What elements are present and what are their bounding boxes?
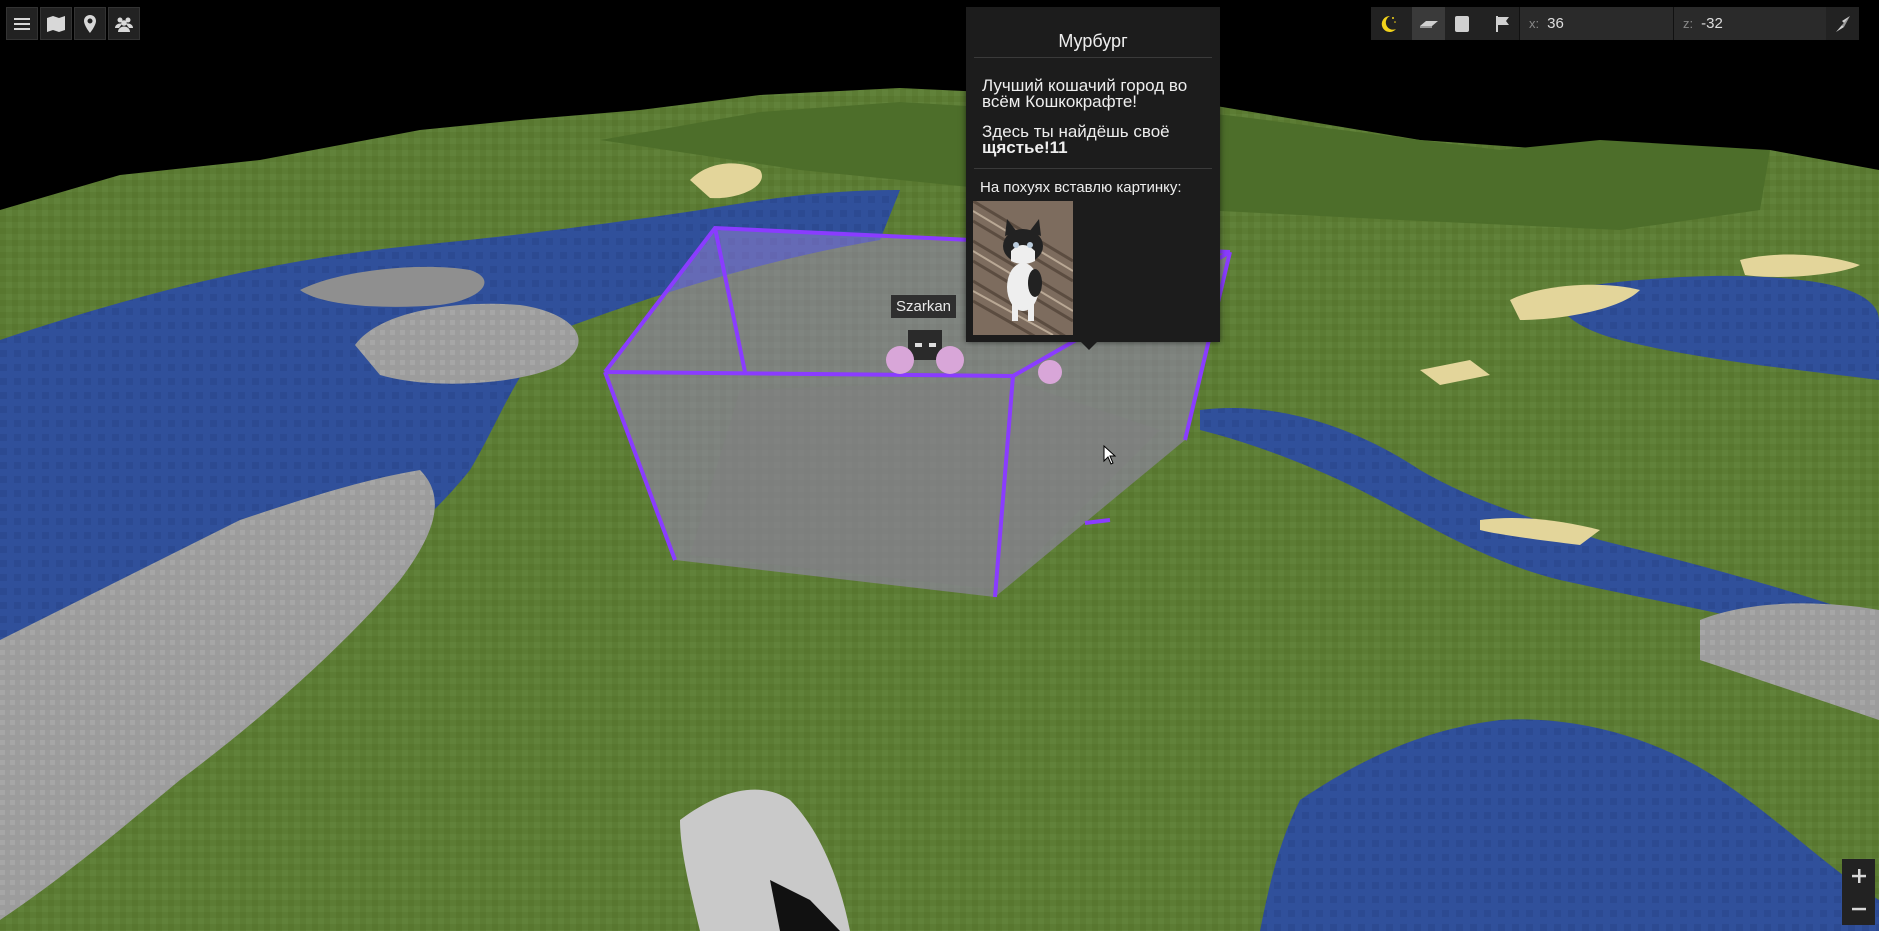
coord-x-field[interactable]: x: 36 — [1519, 7, 1673, 40]
zoom-in-icon — [1851, 868, 1866, 883]
flat-view-button[interactable] — [1412, 7, 1445, 40]
coord-x-value[interactable]: 36 — [1547, 15, 1572, 32]
popup-line1: Лучший кошачий город во всём Кошкокрафте… — [982, 76, 1188, 111]
toolbar-left — [6, 7, 140, 40]
free-view-icon — [1454, 15, 1469, 32]
compass-icon — [1835, 15, 1850, 32]
toolbar-separator — [1404, 7, 1412, 40]
marker-icon — [84, 14, 96, 33]
players-icon — [115, 17, 133, 32]
player-name-label: Szarkan — [891, 295, 957, 318]
zoom-out-button[interactable] — [1842, 892, 1875, 925]
players-button[interactable] — [108, 7, 140, 40]
zoom-controls — [1842, 859, 1875, 925]
popup-caption: На похуях вставлю картинку: — [974, 168, 1212, 201]
compass-button[interactable] — [1826, 7, 1859, 40]
marker-flag-button[interactable] — [1486, 7, 1519, 40]
coord-x-label: x: — [1529, 16, 1540, 31]
popup-title: Мурбург — [974, 7, 1212, 58]
coord-z-value[interactable]: -32 — [1701, 15, 1731, 32]
marker-popup: Мурбург Лучший кошачий город во всём Кош… — [966, 7, 1220, 350]
map-icon — [47, 15, 65, 32]
popup-line2-bold: щястье!11 — [982, 138, 1068, 157]
flag-icon — [1495, 15, 1509, 32]
flat-view-icon — [1419, 20, 1438, 28]
toolbar-right: x: 36 z: -32 — [1371, 7, 1859, 40]
moon-icon — [1381, 15, 1396, 32]
maps-button[interactable] — [40, 7, 72, 40]
mouse-cursor — [1103, 445, 1117, 465]
zoom-in-button[interactable] — [1842, 859, 1875, 892]
popup-body: Лучший кошачий город во всём Кошкокрафте… — [974, 58, 1212, 156]
toolbar-separator — [1478, 7, 1486, 40]
menu-icon — [14, 17, 30, 30]
day-night-button[interactable] — [1371, 7, 1404, 40]
markers-button[interactable] — [74, 7, 106, 40]
zoom-out-icon — [1851, 907, 1866, 910]
kitten-image — [973, 201, 1073, 335]
map-view[interactable] — [0, 0, 1879, 931]
coord-z-field[interactable]: z: -32 — [1673, 7, 1826, 40]
popup-line2: Здесь ты найдёшь своё щястье!11 — [982, 123, 1205, 157]
coord-z-label: z: — [1683, 16, 1694, 31]
free-view-button[interactable] — [1445, 7, 1478, 40]
menu-button[interactable] — [6, 7, 38, 40]
